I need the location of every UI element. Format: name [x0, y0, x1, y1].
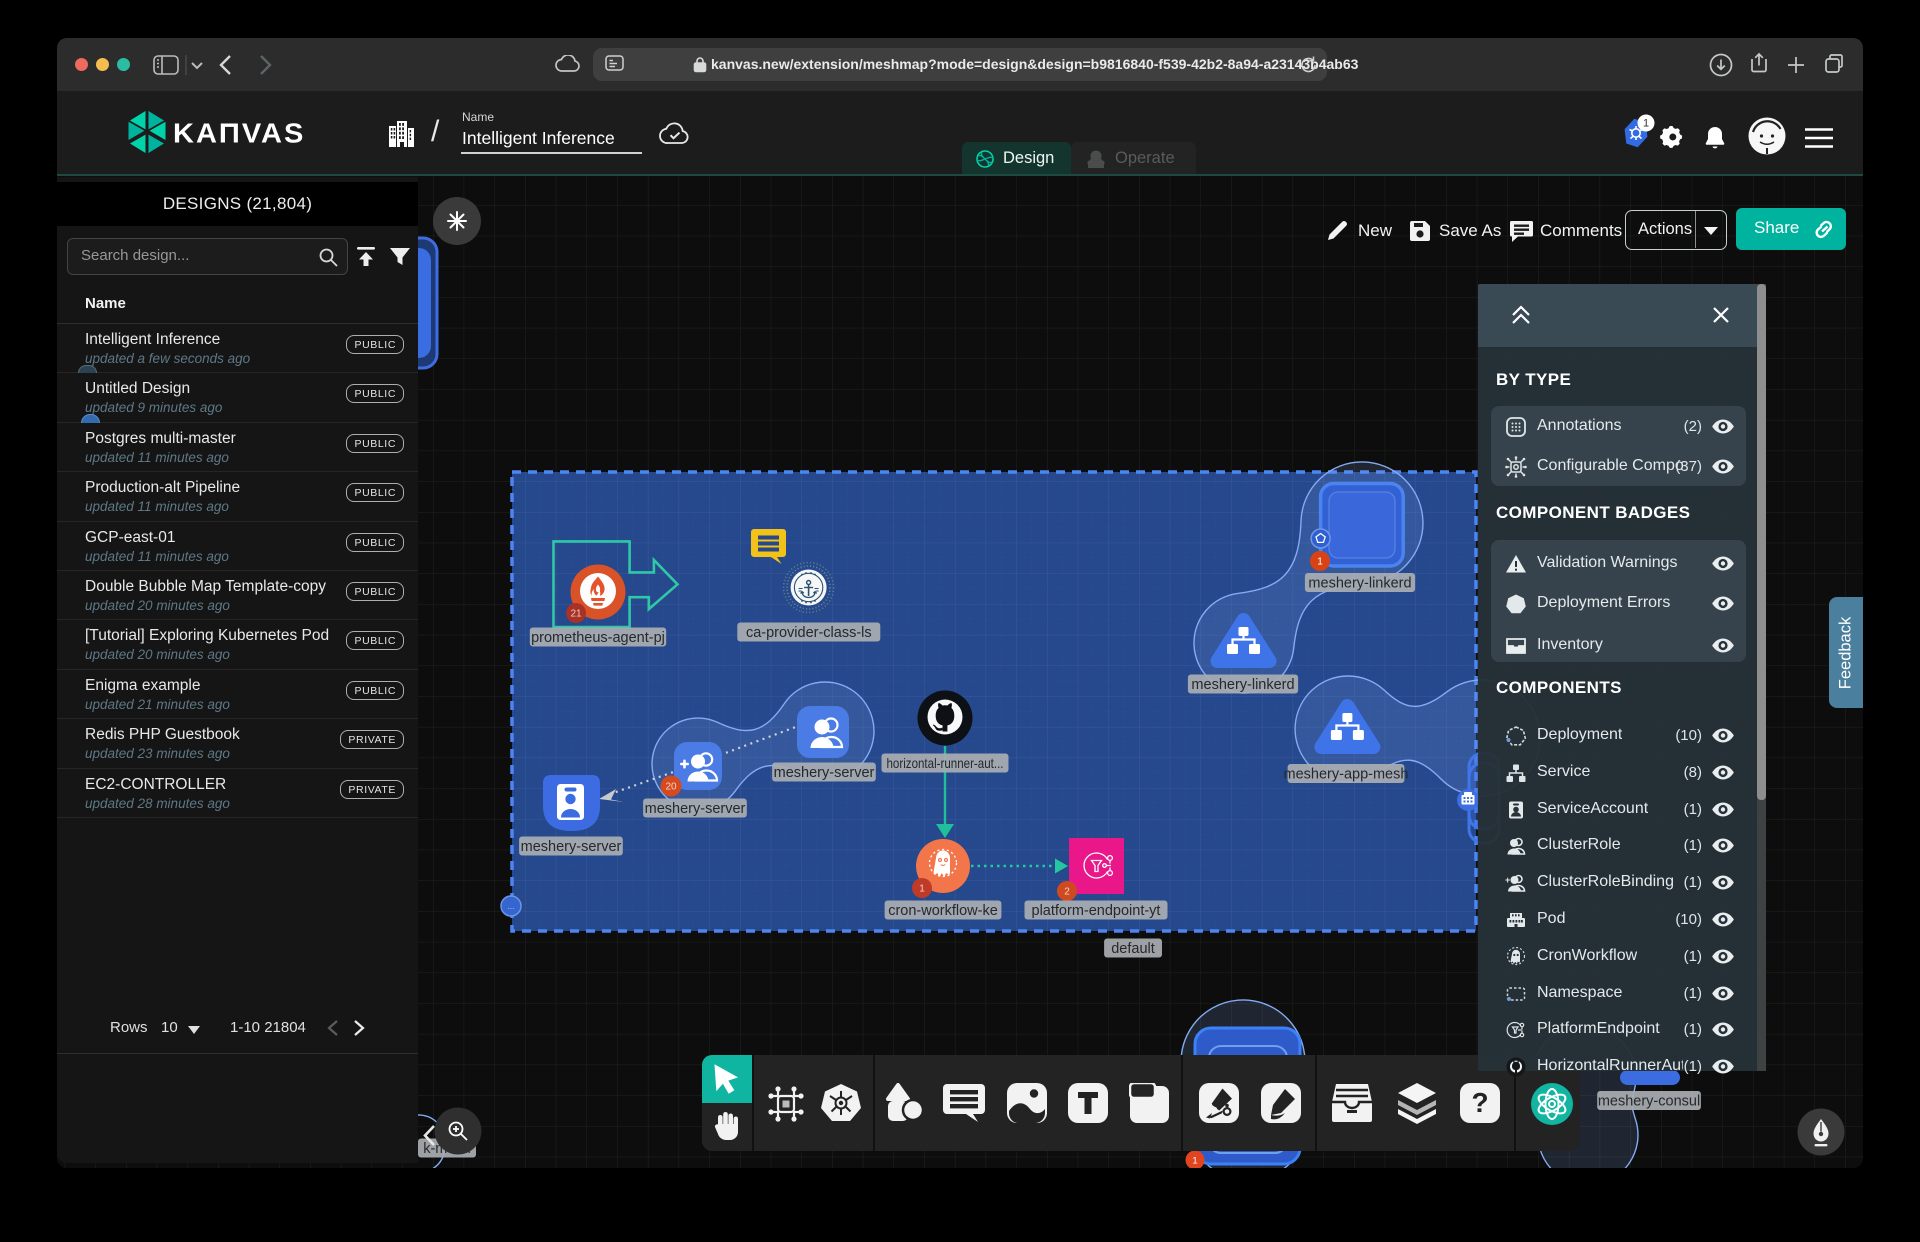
svg-text:2: 2: [1064, 887, 1070, 898]
svg-text:meshery-app-mesh: meshery-app-mesh: [1284, 767, 1409, 783]
svg-text:+: +: [1505, 875, 1510, 885]
svg-text:default: default: [1111, 941, 1155, 957]
svg-text:?: ?: [1471, 1087, 1488, 1118]
svg-text:...: ...: [508, 902, 515, 911]
svg-text:ca-provider-class-ls: ca-provider-class-ls: [746, 625, 872, 641]
svg-text:meshery-server: meshery-server: [521, 839, 622, 855]
svg-text:meshery-consul: meshery-consul: [1598, 1094, 1700, 1110]
svg-text:prometheus-agent-pj: prometheus-agent-pj: [531, 630, 665, 646]
svg-text:1: 1: [1192, 1156, 1197, 1167]
svg-text:meshery-linkerd: meshery-linkerd: [1191, 677, 1294, 693]
svg-text:meshery-server: meshery-server: [645, 801, 746, 817]
svg-text:horizontal-runner-aut...: horizontal-runner-aut...: [887, 755, 1004, 771]
svg-text:cron-workflow-ke: cron-workflow-ke: [888, 903, 998, 919]
svg-text:1: 1: [1643, 118, 1649, 130]
svg-text:20: 20: [665, 782, 677, 793]
svg-text:platform-endpoint-yt: platform-endpoint-yt: [1032, 903, 1161, 919]
svg-text:1: 1: [919, 884, 925, 895]
svg-text:meshery-server: meshery-server: [774, 765, 875, 781]
svg-text:21: 21: [570, 609, 582, 620]
svg-text:1: 1: [1317, 557, 1323, 568]
svg-text:meshery-linkerd: meshery-linkerd: [1308, 576, 1411, 592]
